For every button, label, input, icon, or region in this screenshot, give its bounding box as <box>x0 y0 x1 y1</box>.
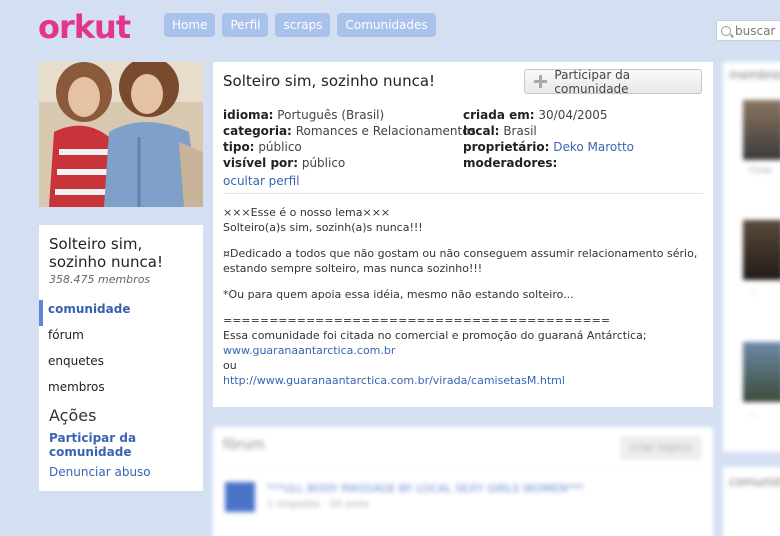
forum-topic-link[interactable]: ***ULL BODY MASSAGE BY LOCAL SEXY GIRLS … <box>267 482 584 495</box>
info-label: categoria: <box>223 124 292 138</box>
avatar[interactable] <box>225 482 255 512</box>
join-community-button[interactable]: Participar da comunidade <box>524 67 702 96</box>
description-line: *Ou para quem apoia essa idéia, mesmo nã… <box>223 288 574 301</box>
related-communities-title[interactable]: comunid <box>729 475 780 489</box>
info-category: Romances e Relacionamentos <box>295 124 476 138</box>
community-info: idioma: Português (Brasil) criada em: 30… <box>223 107 703 171</box>
related-communities-panel: comunid <box>723 467 780 536</box>
forum-topic-meta: 1 resposta · 34 anos <box>267 499 369 510</box>
search-input[interactable]: buscar <box>716 20 780 41</box>
search-placeholder: buscar <box>735 23 776 38</box>
member-avatar[interactable] <box>743 342 780 402</box>
new-topic-button[interactable]: criar tópico <box>621 437 701 459</box>
menu-item-polls[interactable]: enquetes <box>39 352 193 378</box>
info-location: Brasil <box>503 124 537 138</box>
actions-heading: Ações <box>49 406 97 425</box>
info-label: proprietário: <box>463 140 550 154</box>
info-language: Português (Brasil) <box>277 108 385 122</box>
info-label: idioma: <box>223 108 274 122</box>
forum-title[interactable]: fórum <box>223 437 265 453</box>
description-line: ou <box>223 359 237 372</box>
info-label: criada em: <box>463 108 535 122</box>
info-visibility: público <box>301 156 346 170</box>
community-description: ×××Esse é o nosso lema××× Solteiro(a)s s… <box>223 205 705 388</box>
divider <box>223 193 703 194</box>
plus-icon <box>534 75 548 88</box>
info-label: tipo: <box>223 140 255 154</box>
members-panel: membros Cicer ... ... <box>723 62 780 452</box>
member-name[interactable]: ... <box>749 408 758 418</box>
camisetas-link[interactable]: http://www.guaranaantarctica.com.br/vira… <box>223 374 565 387</box>
description-line: Solteiro(a)s sim, sozinh(a)s nunca!!! <box>223 221 423 234</box>
community-menu: comunidade fórum enquetes membros <box>39 300 193 404</box>
page-title: Solteiro sim, sozinho nunca! <box>223 72 436 90</box>
description-line: ×××Esse é o nosso lema××× <box>223 206 391 219</box>
member-avatar[interactable] <box>743 220 780 280</box>
search-icon <box>721 25 731 36</box>
owner-link[interactable]: Deko Marotto <box>553 140 634 154</box>
description-line: estando sempre solteiro, mas nunca sozin… <box>223 262 483 275</box>
members-panel-title[interactable]: membros <box>729 68 780 82</box>
members-count[interactable]: 358.475 membros <box>49 273 193 286</box>
join-button-label: Participar da comunidade <box>554 67 631 96</box>
join-community-link[interactable]: Participar da comunidade <box>49 431 193 459</box>
info-label: moderadores: <box>463 156 558 170</box>
description-line: Essa comunidade foi citada no comercial … <box>223 329 647 342</box>
info-label: local: <box>463 124 500 138</box>
member-name[interactable]: Cicer <box>749 166 772 176</box>
divider <box>223 467 703 468</box>
nav-communities-button[interactable]: Comunidades <box>337 13 436 37</box>
orkut-logo[interactable]: orkut <box>38 8 131 46</box>
description-line: ========================================… <box>223 314 611 327</box>
menu-item-members[interactable]: membros <box>39 378 193 404</box>
guarana-link[interactable]: www.guaranaantarctica.com.br <box>223 344 395 357</box>
report-abuse-link[interactable]: Denunciar abuso <box>49 465 193 479</box>
hide-profile-link[interactable]: ocultar perfil <box>223 174 300 188</box>
description-line: ¤Dedicado a todos que não gostam ou não … <box>223 247 698 260</box>
forum-card: fórum criar tópico ***ULL BODY MASSAGE B… <box>213 427 713 536</box>
community-photo[interactable] <box>39 62 203 207</box>
nav-scraps-button[interactable]: scraps <box>275 13 331 37</box>
info-label: visível por: <box>223 156 298 170</box>
community-photo-image <box>39 62 203 207</box>
member-name[interactable]: ... <box>749 286 758 296</box>
nav-home-button[interactable]: Home <box>164 13 216 37</box>
menu-item-forum[interactable]: fórum <box>39 326 193 352</box>
nav-profile-button[interactable]: Perfil <box>222 13 269 37</box>
community-profile-card: Solteiro sim, sozinho nunca! Participar … <box>213 62 713 407</box>
community-sidebar: Solteiro sim, sozinho nunca! 358.475 mem… <box>39 225 203 491</box>
info-created: 30/04/2005 <box>538 108 608 122</box>
community-name: Solteiro sim, sozinho nunca! <box>49 235 163 271</box>
member-avatar[interactable] <box>743 100 780 160</box>
top-nav: Home Perfil scraps Comunidades <box>164 13 436 37</box>
menu-item-community[interactable]: comunidade <box>39 300 193 326</box>
info-type: público <box>258 140 302 154</box>
